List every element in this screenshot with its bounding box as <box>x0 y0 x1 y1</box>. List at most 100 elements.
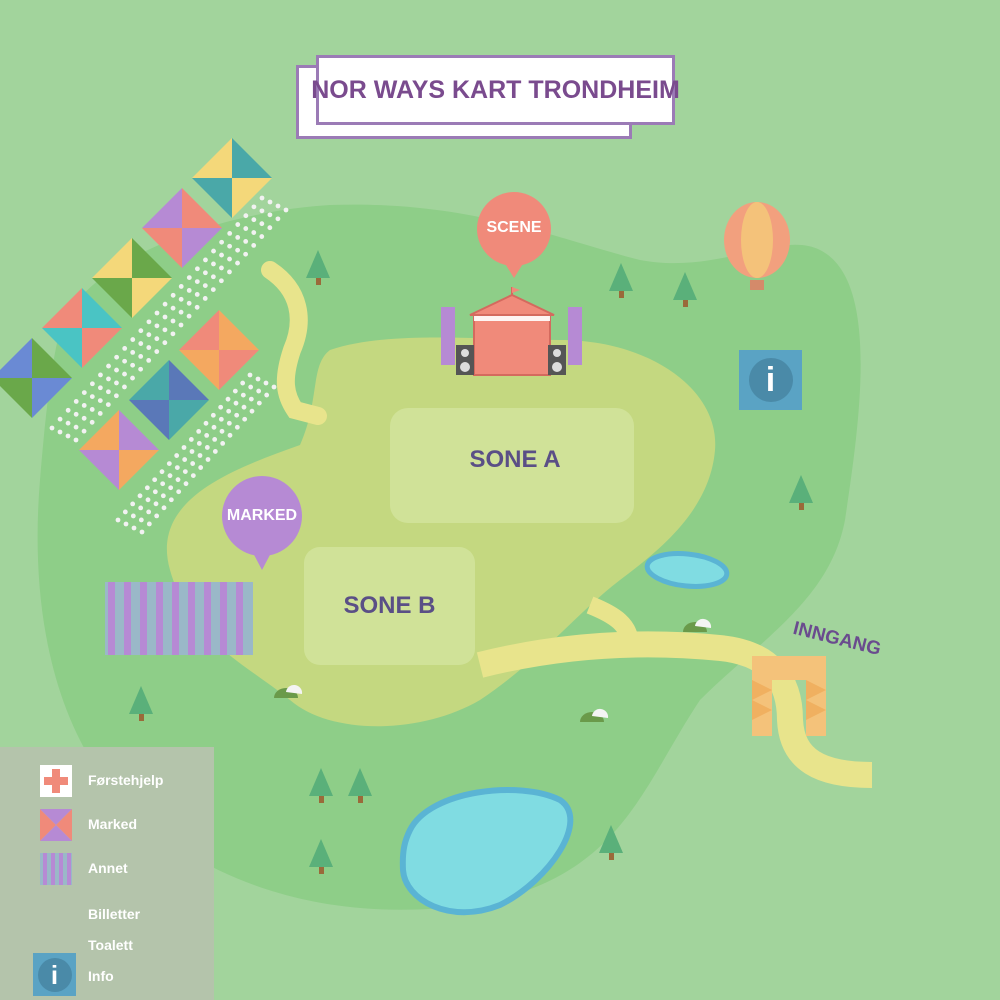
walkway-dot <box>264 392 270 398</box>
walkway-dot <box>227 432 233 438</box>
walkway-dot <box>242 416 248 422</box>
walkway-dot <box>259 195 265 201</box>
walkway-dot <box>267 199 273 205</box>
walkway-dot <box>251 217 257 223</box>
walkway-dot <box>138 505 144 511</box>
market-pin-label[interactable]: MARKED <box>218 507 306 525</box>
walkway-dot <box>259 234 265 239</box>
walkway-dot <box>168 497 174 503</box>
walkway-dot <box>220 440 226 446</box>
walkway-dot <box>240 380 246 386</box>
walkway-dot <box>159 469 165 475</box>
walkway-dot <box>203 257 208 263</box>
walkway-dot <box>275 216 281 222</box>
walkway-dot <box>255 376 261 382</box>
legend-label: Marked <box>88 816 138 832</box>
walkway-dot <box>131 525 137 531</box>
walkway-dot <box>219 239 225 245</box>
info-icon: i <box>37 957 72 992</box>
walkway-dot <box>271 384 277 390</box>
stripe <box>220 582 227 655</box>
walkway-dot <box>115 517 121 523</box>
walkway-dot <box>114 367 119 373</box>
walkway-dot <box>211 248 216 254</box>
info-point[interactable]: i <box>739 350 802 410</box>
walkway-dot <box>227 269 232 275</box>
legend-label: Billetter <box>88 906 141 922</box>
walkway-dot <box>210 412 216 418</box>
walkway-dot <box>146 357 152 363</box>
stripe <box>156 582 163 655</box>
walkway-dot <box>130 501 136 507</box>
legend-item-tickets: Billetter <box>0 899 214 929</box>
walkway-dot <box>251 242 257 248</box>
walkway-dot <box>243 213 249 219</box>
walkway-dot <box>160 481 166 487</box>
stripe <box>188 582 195 655</box>
stripe <box>236 582 243 655</box>
legend-item-first-aid: Førstehjelp <box>0 765 214 797</box>
walkway-dot <box>196 441 202 446</box>
walkway-dot <box>211 424 217 430</box>
walkway-dot <box>65 420 71 426</box>
walkway-dot <box>197 453 203 458</box>
market-tent-icon <box>40 809 72 841</box>
stripe <box>108 582 115 655</box>
first-aid-icon <box>40 765 72 797</box>
walkway-dot <box>218 278 224 284</box>
walkway-dot <box>130 362 136 368</box>
walkway-dot <box>113 393 119 399</box>
walkway-dot <box>154 349 160 354</box>
walkway-dot <box>97 385 103 391</box>
walkway-dot <box>235 222 241 227</box>
walkway-dot <box>243 251 249 257</box>
walkway-dot <box>190 473 196 479</box>
info-icon: i <box>748 358 793 402</box>
walkway-dot <box>235 234 241 240</box>
walkway-dot <box>152 489 158 495</box>
walkway-dot <box>196 428 202 434</box>
walkway-dot <box>81 390 87 396</box>
legend-label: Annet <box>88 860 128 876</box>
walkway-dot <box>81 428 87 434</box>
walkway-dot <box>98 372 103 378</box>
walkway-dot <box>235 260 240 266</box>
walkway-dot <box>122 509 128 515</box>
walkway-dot <box>97 411 103 416</box>
walkway-dot <box>130 337 136 342</box>
walkway-dot <box>144 485 150 491</box>
walkway-dot <box>162 314 168 320</box>
zone-a-label[interactable]: SONE A <box>390 446 640 474</box>
legend-item-other: Annet <box>0 853 214 885</box>
walkway-dot <box>138 328 144 334</box>
walkway-dot <box>138 341 144 346</box>
walkway-dot <box>235 247 241 253</box>
walkway-dot <box>275 203 281 209</box>
scene-pin-label[interactable]: SCENE <box>477 219 551 237</box>
walkway-dot <box>161 505 167 511</box>
walkway-dot <box>106 363 111 369</box>
zone-b-label[interactable]: SONE B <box>304 592 475 620</box>
walkway-dot <box>146 521 152 527</box>
walkway-dot <box>170 305 176 311</box>
walkway-dot <box>218 404 224 410</box>
walkway-dot <box>241 404 247 410</box>
legend-label: Info <box>88 968 114 984</box>
walkway-dot <box>170 331 176 337</box>
walkway-dot <box>178 284 184 289</box>
walkway-dot <box>89 381 95 387</box>
walkway-dot <box>248 396 254 402</box>
walkway-dot <box>122 358 128 364</box>
walkway-dot <box>226 408 232 414</box>
walkway-dot <box>153 501 159 507</box>
walkway-dot <box>122 384 127 390</box>
walkway-dot <box>267 212 273 218</box>
stripe <box>124 582 131 655</box>
walkway-dot <box>146 319 152 325</box>
legend-info-box: i <box>33 953 76 996</box>
walkway-dot <box>194 304 200 310</box>
walkway-dot <box>219 252 224 258</box>
walkway-dot <box>176 489 182 495</box>
walkway-dot <box>263 380 269 386</box>
walkway-dot <box>65 407 71 413</box>
